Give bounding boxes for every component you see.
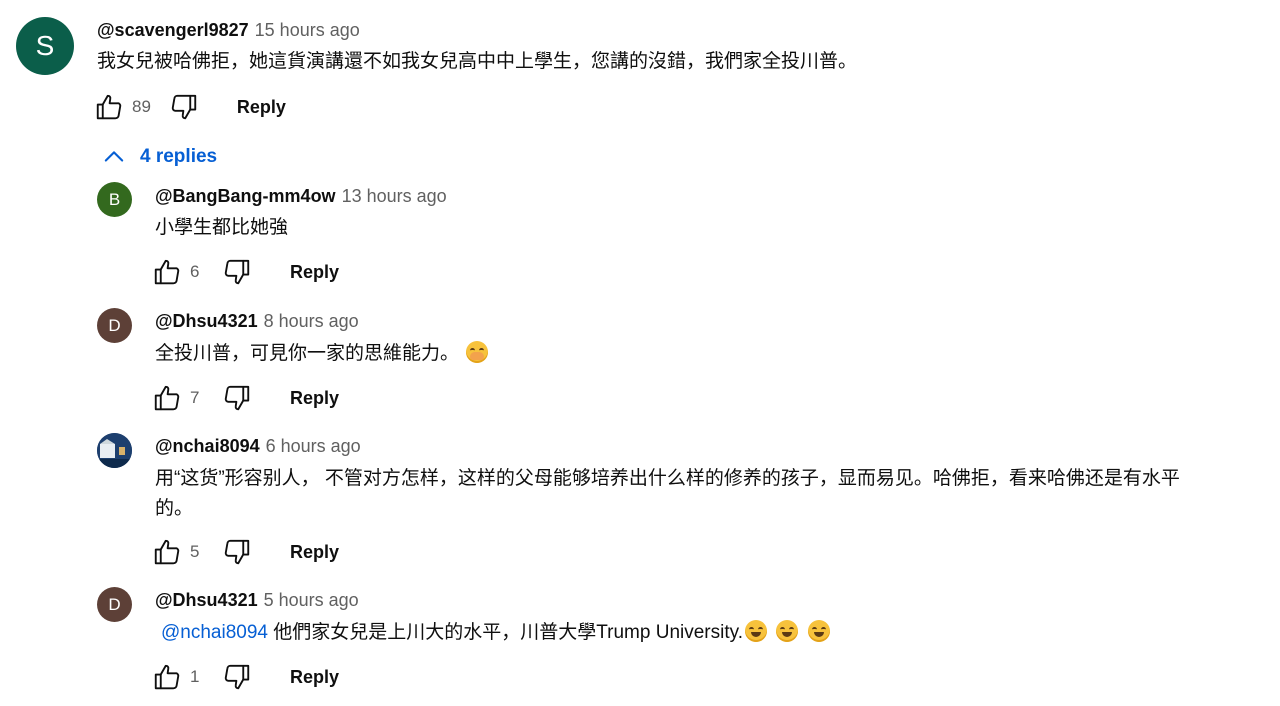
comment-header: @nchai8094 6 hours ago <box>155 436 361 457</box>
dislike-button[interactable] <box>222 662 252 692</box>
like-count: 7 <box>190 388 200 407</box>
laughing-emoji <box>745 620 768 642</box>
comment-actions: 5 Reply <box>152 535 353 569</box>
laughing-emoji <box>807 620 830 642</box>
reply-comment: B @BangBang-mm4ow 13 hours ago 小學生都比她強 6 … <box>0 178 1280 298</box>
comment-text: 我女兒被哈佛拒，她這貨演講還不如我女兒高中中上學生，您講的沒錯，我們家全投川普。 <box>97 51 858 72</box>
like-count: 1 <box>190 667 200 686</box>
replies-toggle-button[interactable]: 4 replies <box>100 140 217 174</box>
comment-actions: 1 Reply <box>152 660 353 694</box>
timestamp[interactable]: 15 hours ago <box>255 20 360 40</box>
comment-text-body: 他們家女兒是上川大的水平，川普大學Trump University. <box>267 622 744 643</box>
reply-button[interactable]: Reply <box>276 536 353 569</box>
mention-link[interactable]: @nchai8094 <box>161 622 268 643</box>
author-name[interactable]: @Dhsu4321 <box>155 590 258 610</box>
avatar[interactable] <box>97 433 132 468</box>
timestamp[interactable]: 13 hours ago <box>342 186 447 206</box>
comment-header: @Dhsu4321 5 hours ago <box>155 590 359 611</box>
comment-text: 小學生都比她強 <box>155 217 289 238</box>
top-comment: S @scavengerl9827 15 hours ago 我女兒被哈佛拒，她這… <box>0 0 1280 130</box>
comment-actions: 6 Reply <box>152 255 353 289</box>
thumbs-up-icon <box>154 664 180 690</box>
avatar[interactable]: S <box>16 17 74 75</box>
dislike-button[interactable] <box>222 537 252 567</box>
thumbs-up-icon <box>96 94 122 120</box>
author-name[interactable]: @nchai8094 <box>155 436 260 456</box>
thumbs-down-icon <box>224 259 250 285</box>
like-count: 89 <box>132 97 151 116</box>
thumbs-up-icon <box>154 259 180 285</box>
reply-button[interactable]: Reply <box>276 661 353 694</box>
comment-actions: 89 Reply <box>94 90 300 124</box>
comment-text-line: 的。 <box>155 498 194 519</box>
dislike-button[interactable] <box>169 92 199 122</box>
avatar[interactable]: D <box>97 587 132 622</box>
thumbs-up-icon <box>154 385 180 411</box>
timestamp[interactable]: 5 hours ago <box>264 590 359 610</box>
dislike-button[interactable] <box>222 383 252 413</box>
reply-comment: D @Dhsu4321 8 hours ago 全投川普，可見你一家的思維能力。 … <box>0 303 1280 423</box>
comment-actions: 7 Reply <box>152 381 353 415</box>
timestamp[interactable]: 8 hours ago <box>264 311 359 331</box>
like-button[interactable] <box>152 662 182 692</box>
author-name[interactable]: @Dhsu4321 <box>155 311 258 331</box>
comment-text-body: 全投川普，可見你一家的思維能力。 <box>155 343 460 364</box>
landscape-photo-avatar <box>97 433 132 468</box>
reply-comment: D @Dhsu4321 5 hours ago @nchai8094 他們家女兒是… <box>0 583 1280 703</box>
like-button[interactable] <box>94 92 124 122</box>
comment-header: @Dhsu4321 8 hours ago <box>155 311 359 332</box>
comment-text: 全投川普，可見你一家的思維能力。 <box>155 339 489 369</box>
like-button[interactable] <box>152 257 182 287</box>
author-name[interactable]: @scavengerl9827 <box>97 20 249 40</box>
comment-text: 用“这货”形容别人， 不管对方怎样，这样的父母能够培养出什么样的修养的孩子，显而… <box>155 464 1265 524</box>
chevron-up-icon <box>104 151 124 162</box>
like-button[interactable] <box>152 537 182 567</box>
author-name[interactable]: @BangBang-mm4ow <box>155 186 336 206</box>
comment-header: @scavengerl9827 15 hours ago <box>97 20 360 41</box>
comment-text: @nchai8094 他們家女兒是上川大的水平，川普大學Trump Univer… <box>161 618 830 648</box>
reply-button[interactable]: Reply <box>276 256 353 289</box>
dislike-button[interactable] <box>222 257 252 287</box>
comment-text-line: 用“这货”形容别人， 不管对方怎样，这样的父母能够培养出什么样的修养的孩子，显而… <box>155 468 1180 489</box>
reply-button[interactable]: Reply <box>276 382 353 415</box>
like-count: 5 <box>190 542 200 561</box>
like-count: 6 <box>190 262 200 281</box>
thumbs-down-icon <box>224 664 250 690</box>
hand-over-mouth-emoji <box>466 341 489 363</box>
reply-comment: @nchai8094 6 hours ago 用“这货”形容别人， 不管对方怎样，… <box>0 428 1280 578</box>
comment-header: @BangBang-mm4ow 13 hours ago <box>155 186 447 207</box>
thumbs-down-icon <box>224 385 250 411</box>
thumbs-down-icon <box>224 539 250 565</box>
avatar[interactable]: B <box>97 182 132 217</box>
avatar[interactable]: D <box>97 308 132 343</box>
replies-count-label: 4 replies <box>140 146 218 167</box>
like-button[interactable] <box>152 383 182 413</box>
timestamp[interactable]: 6 hours ago <box>266 436 361 456</box>
laughing-emoji <box>776 620 799 642</box>
thumbs-down-icon <box>171 94 197 120</box>
reply-button[interactable]: Reply <box>223 91 300 124</box>
thumbs-up-icon <box>154 539 180 565</box>
